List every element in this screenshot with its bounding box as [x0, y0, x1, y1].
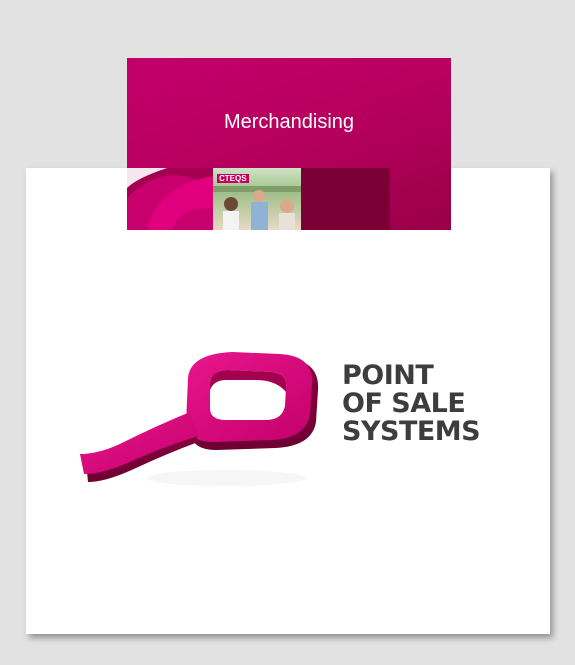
swirl-graphic [127, 168, 213, 230]
banner-title: Merchandising [223, 111, 355, 133]
banner-thumbnail-strip: CTEQS [127, 168, 451, 230]
wordmark-line-2: OF SALE [342, 388, 466, 419]
dark-panel [301, 168, 390, 230]
wordmark-line-3: SYSTEMS [342, 416, 481, 447]
store-sign: CTEQS [217, 174, 249, 183]
shoppers-photo: CTEQS [213, 168, 301, 230]
pos-logo-wordmark: POINT OF SALE SYSTEMS [342, 360, 481, 447]
merchandising-banner[interactable]: Merchandising CTEQS [127, 58, 451, 230]
wordmark-line-1: POINT [342, 360, 434, 391]
magnifier-p-logo-icon [80, 352, 319, 486]
